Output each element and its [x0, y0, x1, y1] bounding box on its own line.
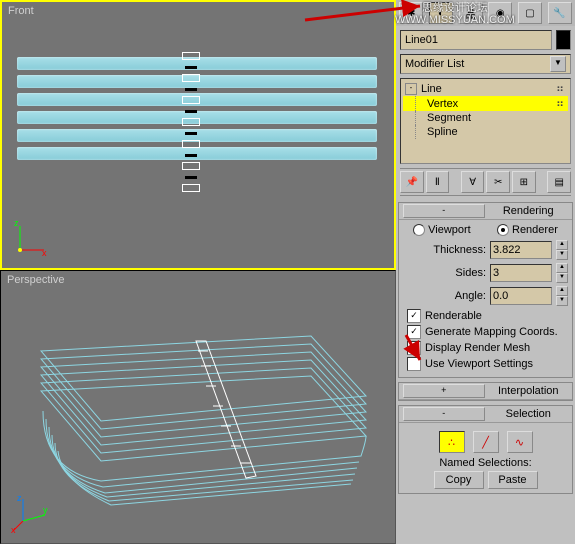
modifier-stack[interactable]: - Line ⠶ Vertex ⠶ Segment Spline: [400, 78, 571, 164]
spline-subobject-button[interactable]: ∿: [507, 431, 533, 453]
selection-rollout: - Selection ∴ ╱ ∿ Named Selections: Copy…: [398, 405, 573, 494]
tab-display[interactable]: ▢: [518, 2, 542, 24]
make-unique-button[interactable]: ∀: [461, 171, 485, 193]
viewport-radio[interactable]: [413, 224, 425, 236]
viewport-settings-checkbox[interactable]: [407, 357, 421, 371]
stack-root[interactable]: - Line ⠶: [403, 81, 568, 96]
show-end-result-button[interactable]: Ⅱ: [426, 171, 450, 193]
renderer-radio-label: Renderer: [512, 224, 558, 236]
object-name-input[interactable]: [400, 30, 552, 50]
svg-text:z: z: [14, 218, 19, 228]
rollout-toggle-icon: -: [403, 204, 485, 218]
modifier-list-dropdown[interactable]: Modifier List ▼: [400, 54, 571, 74]
segment-subobject-button[interactable]: ╱: [473, 431, 499, 453]
renderable-checkbox[interactable]: ✓: [407, 309, 421, 323]
layout-button[interactable]: ▤: [547, 171, 571, 193]
thickness-input[interactable]: [490, 241, 552, 259]
configure-sets-button[interactable]: ⊞: [512, 171, 536, 193]
mapping-checkbox[interactable]: ✓: [407, 325, 421, 339]
remove-modifier-button[interactable]: ✂: [486, 171, 510, 193]
rendering-rollout: - Rendering Viewport Renderer Thickness:: [398, 202, 573, 378]
pin-stack-button[interactable]: 📌: [400, 171, 424, 193]
rendering-rollout-header[interactable]: - Rendering: [399, 203, 572, 220]
thickness-label: Thickness:: [433, 244, 486, 256]
svg-text:x: x: [42, 248, 47, 258]
stack-dots-icon: ⠶: [556, 82, 566, 95]
modifier-list-label: Modifier List: [405, 58, 464, 70]
stack-root-label: Line: [421, 83, 442, 95]
stack-toolbar: 📌 Ⅱ ∀ ✂ ⊞ ▤: [400, 168, 571, 196]
spline-icon: ∿: [515, 436, 524, 449]
viewport-settings-label: Use Viewport Settings: [425, 358, 533, 370]
stack-item-spline[interactable]: Spline: [403, 125, 568, 139]
object-color-swatch[interactable]: [556, 30, 571, 50]
axis-gizmo-persp: z y x: [11, 493, 51, 533]
dropdown-arrow-icon: ▼: [550, 56, 566, 72]
vertex-icon: ∴: [448, 436, 455, 449]
angle-label: Angle:: [455, 290, 486, 302]
chain-strap-front: [182, 52, 200, 192]
tab-utilities[interactable]: 🔧: [548, 2, 572, 24]
paste-selection-button[interactable]: Paste: [488, 471, 538, 489]
segment-icon: ╱: [482, 436, 489, 449]
stack-item-segment[interactable]: Segment: [403, 111, 568, 125]
mapping-label: Generate Mapping Coords.: [425, 326, 558, 338]
tree-collapse-icon[interactable]: -: [405, 83, 417, 95]
spinner-up[interactable]: ▲: [556, 240, 568, 250]
viewport-label-perspective: Perspective: [7, 274, 64, 286]
watermark: 思缘设计论坛 WWW.MISSYUAN.COM: [395, 2, 515, 26]
spinner-down[interactable]: ▼: [556, 250, 568, 260]
renderer-radio[interactable]: [497, 224, 509, 236]
viewport-label-front: Front: [8, 5, 34, 17]
interpolation-rollout-header[interactable]: + Interpolation: [399, 383, 572, 400]
sides-label: Sides:: [455, 267, 486, 279]
selection-rollout-header[interactable]: - Selection: [399, 406, 572, 423]
interpolation-rollout: + Interpolation: [398, 382, 573, 401]
display-mesh-checkbox[interactable]: ✓: [407, 341, 421, 355]
svg-text:y: y: [43, 505, 48, 515]
renderable-label: Renderable: [425, 310, 482, 322]
angle-input[interactable]: [490, 287, 552, 305]
stack-item-vertex[interactable]: Vertex ⠶: [403, 96, 568, 111]
command-panel: ✱ ◐ 品 ◉ ▢ 🔧 Modifier List ▼ - Line ⠶ Ve: [396, 0, 575, 544]
viewport-perspective[interactable]: Perspective: [0, 270, 396, 544]
copy-selection-button[interactable]: Copy: [434, 471, 484, 489]
svg-text:z: z: [17, 493, 22, 503]
bench-wireframe: [31, 311, 371, 511]
svg-text:x: x: [11, 525, 16, 533]
axis-gizmo-front: z x: [12, 218, 52, 258]
sides-input[interactable]: [490, 264, 552, 282]
display-mesh-label: Display Render Mesh: [425, 342, 530, 354]
viewport-front[interactable]: Front z x: [0, 0, 396, 270]
named-selections-label: Named Selections:: [403, 457, 568, 469]
vertex-subobject-button[interactable]: ∴: [439, 431, 465, 453]
viewport-radio-label: Viewport: [428, 224, 471, 236]
